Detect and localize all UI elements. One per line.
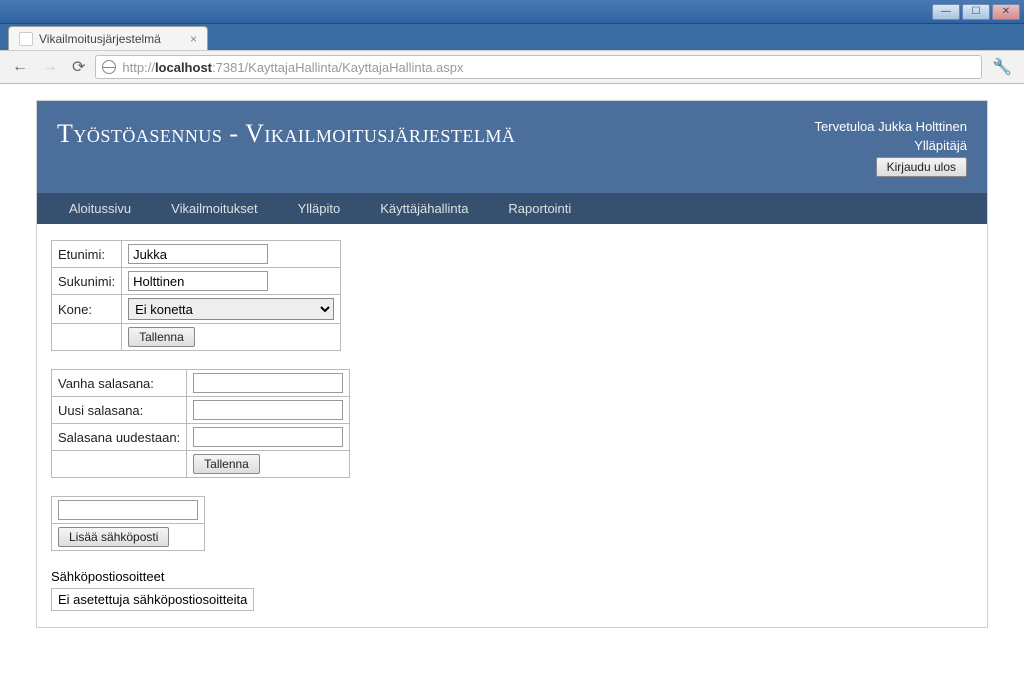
favicon-icon: [19, 32, 33, 46]
lastname-label: Sukunimi:: [52, 268, 122, 295]
window-button-group: — ☐ ✕: [932, 4, 1020, 20]
nav-item-maintenance[interactable]: Ylläpito: [278, 193, 361, 224]
profile-save-button[interactable]: Tallenna: [128, 327, 195, 347]
profile-empty-cell: [52, 324, 122, 351]
nav-item-reporting[interactable]: Raportointi: [488, 193, 591, 224]
settings-icon[interactable]: 🔧: [988, 55, 1016, 79]
top-nav: Aloitussivu Vikailmoitukset Ylläpito Käy…: [37, 193, 987, 224]
url-display: http://localhost:7381/KayttajaHallinta/K…: [122, 60, 463, 75]
welcome-text: Tervetuloa Jukka Holttinen: [815, 119, 967, 134]
nav-item-home[interactable]: Aloitussivu: [49, 193, 151, 224]
email-list-empty: Ei asetettuja sähköpostiosoitteita: [51, 588, 254, 611]
window-close-button[interactable]: ✕: [992, 4, 1020, 20]
email-list-heading: Sähköpostiosoitteet: [51, 569, 973, 584]
address-bar[interactable]: http://localhost:7381/KayttajaHallinta/K…: [95, 55, 982, 79]
password-form: Vanha salasana: Uusi salasana: Salasana …: [51, 369, 350, 478]
email-add-form: Lisää sähköposti: [51, 496, 205, 551]
role-text: Ylläpitäjä: [815, 138, 967, 153]
firstname-input[interactable]: [128, 244, 268, 264]
reload-button[interactable]: ⟳: [68, 55, 89, 79]
page-banner: Työstöasennus - Vikailmoitusjärjestelmä …: [37, 101, 987, 193]
tab-title: Vikailmoitusjärjestelmä: [39, 32, 161, 46]
tab-close-icon[interactable]: ×: [190, 32, 197, 46]
repeatpw-input[interactable]: [193, 427, 343, 447]
nav-item-faultreports[interactable]: Vikailmoitukset: [151, 193, 277, 224]
back-button[interactable]: ←: [8, 56, 32, 78]
email-input[interactable]: [58, 500, 198, 520]
content-area: Etunimi: Sukunimi: Kone: Ei konetta: [37, 224, 987, 627]
browser-tabstrip: Vikailmoitusjärjestelmä ×: [0, 24, 1024, 50]
repeatpw-label: Salasana uudestaan:: [52, 424, 187, 451]
newpw-label: Uusi salasana:: [52, 397, 187, 424]
profile-form: Etunimi: Sukunimi: Kone: Ei konetta: [51, 240, 341, 351]
firstname-label: Etunimi:: [52, 241, 122, 268]
globe-icon: [102, 60, 116, 74]
browser-toolbar: ← → ⟳ http://localhost:7381/KayttajaHall…: [0, 50, 1024, 84]
window-minimize-button[interactable]: —: [932, 4, 960, 20]
browser-viewport: Työstöasennus - Vikailmoitusjärjestelmä …: [0, 84, 1024, 675]
lastname-input[interactable]: [128, 271, 268, 291]
logout-button[interactable]: Kirjaudu ulos: [876, 157, 967, 177]
browser-tab[interactable]: Vikailmoitusjärjestelmä ×: [8, 26, 208, 50]
forward-button: →: [38, 56, 62, 78]
machine-select[interactable]: Ei konetta: [128, 298, 334, 320]
window-maximize-button[interactable]: ☐: [962, 4, 990, 20]
page-title: Työstöasennus - Vikailmoitusjärjestelmä: [57, 119, 515, 149]
add-email-button[interactable]: Lisää sähköposti: [58, 527, 169, 547]
password-save-button[interactable]: Tallenna: [193, 454, 260, 474]
page-container: Työstöasennus - Vikailmoitusjärjestelmä …: [36, 100, 988, 628]
window-titlebar: — ☐ ✕: [0, 0, 1024, 24]
newpw-input[interactable]: [193, 400, 343, 420]
oldpw-label: Vanha salasana:: [52, 370, 187, 397]
oldpw-input[interactable]: [193, 373, 343, 393]
nav-item-usermgmt[interactable]: Käyttäjähallinta: [360, 193, 488, 224]
banner-user-area: Tervetuloa Jukka Holttinen Ylläpitäjä Ki…: [815, 119, 967, 177]
machine-label: Kone:: [52, 295, 122, 324]
password-empty-cell: [52, 451, 187, 478]
